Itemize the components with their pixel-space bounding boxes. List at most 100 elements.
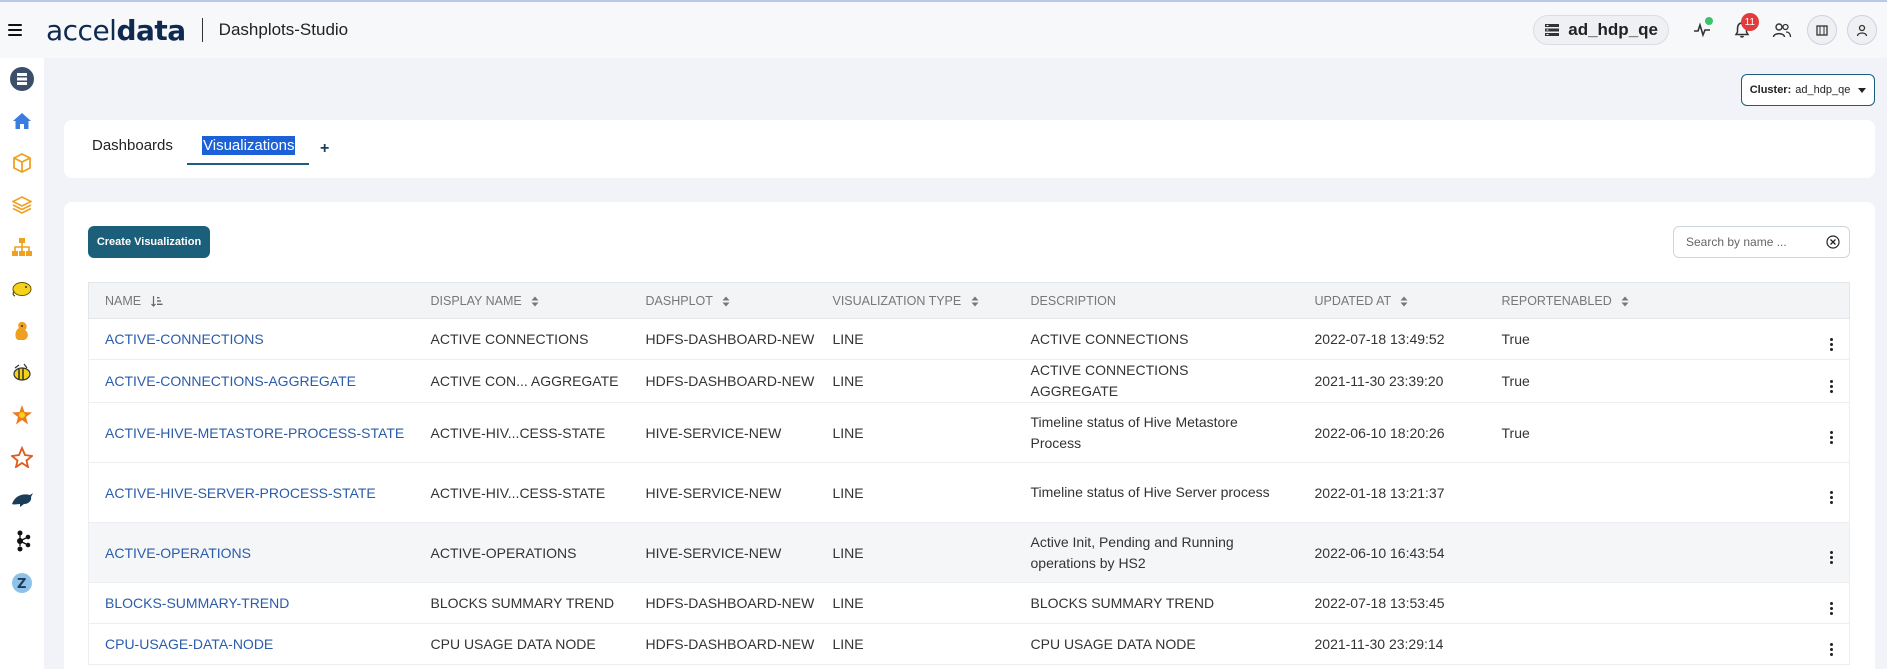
cell-visualization-type: LINE	[816, 402, 1015, 463]
search-input[interactable]	[1686, 235, 1826, 249]
column-header-dashplot[interactable]: DASHPLOT	[630, 283, 817, 319]
sidebar-item-layers[interactable]	[0, 184, 44, 226]
column-header-display-name[interactable]: DISPLAY NAME	[415, 283, 630, 319]
column-header-name[interactable]: NAME	[89, 283, 415, 319]
column-header-reportenabled[interactable]: REPORTENABLED	[1486, 283, 1814, 319]
cell-visualization-type: LINE	[816, 522, 1015, 583]
users-icon	[1772, 23, 1792, 38]
hamburger-menu-icon[interactable]	[8, 24, 22, 36]
clear-circle-icon[interactable]	[1826, 235, 1840, 249]
row-actions-button[interactable]	[1813, 318, 1850, 360]
kebab-menu-icon	[1829, 431, 1833, 444]
cell-reportenabled: True	[1485, 318, 1814, 360]
cluster-pill-label: ad_hdp_qe	[1568, 20, 1658, 39]
create-visualization-button[interactable]: Create Visualization	[88, 226, 210, 258]
notifications-button[interactable]: 11	[1727, 13, 1759, 45]
column-header-label: DESCRIPTION	[1030, 293, 1116, 308]
cell-name: ACTIVE-HIVE-METASTORE-PROCESS-STATE	[88, 402, 415, 463]
cell-reportenabled: True	[1485, 359, 1814, 403]
cell-name: ACTIVE-CONNECTIONS-AGGREGATE	[88, 359, 415, 403]
cell-visualization-type: LINE	[816, 318, 1015, 360]
dolphin-icon	[12, 493, 33, 507]
tab-visualizations-label: Visualizations	[202, 136, 296, 155]
sidebar-item-home[interactable]	[0, 100, 44, 142]
app-title: Dashplots-Studio	[218, 20, 349, 39]
activity-button[interactable]	[1687, 15, 1717, 45]
cell-updated-at: 2022-01-18 13:21:37	[1298, 462, 1486, 523]
kebab-menu-icon	[1829, 491, 1833, 504]
cluster-dropdown[interactable]: Cluster: ad_hdp_qe	[1741, 74, 1875, 106]
cell-description: ACTIVE CONNECTIONS AGGREGATE	[1014, 359, 1299, 403]
cell-reportenabled	[1485, 582, 1814, 624]
visualizations-card: Create Visualization NAME DISPLAY NAME D…	[64, 202, 1875, 669]
table-row: CPU-USAGE-DATA-NODE CPU USAGE DATA NODE …	[88, 623, 1850, 665]
cell-updated-at: 2021-11-30 23:39:20	[1298, 359, 1486, 403]
sidebar-item-kafka[interactable]	[0, 520, 44, 562]
cell-visualization-type: LINE	[816, 623, 1015, 665]
visualization-name-link[interactable]: ACTIVE-HIVE-METASTORE-PROCESS-STATE	[105, 425, 404, 441]
sort-ascending-icon	[150, 296, 163, 308]
visualization-name-link[interactable]: ACTIVE-HIVE-SERVER-PROCESS-STATE	[105, 485, 376, 501]
cell-reportenabled: True	[1485, 402, 1814, 463]
notification-badge: 11	[1740, 13, 1759, 31]
sidebar-item-hierarchy[interactable]	[0, 226, 44, 268]
tab-visualizations[interactable]: Visualizations	[202, 136, 296, 155]
visualizations-table: NAME DISPLAY NAME DASHPLOT VISUALIZATION…	[88, 282, 1850, 665]
sidebar-item-squirrel[interactable]	[0, 310, 44, 352]
cell-name: ACTIVE-CONNECTIONS	[88, 318, 415, 360]
cell-updated-at: 2022-07-18 13:53:45	[1298, 582, 1486, 624]
sidebar-item-dolphin[interactable]	[0, 478, 44, 520]
kebab-menu-icon	[1829, 337, 1833, 351]
row-actions-button[interactable]	[1813, 623, 1850, 665]
sidebar-item-cluster[interactable]	[0, 436, 44, 478]
sidebar-item-database[interactable]	[0, 58, 44, 100]
table-body: ACTIVE-CONNECTIONS ACTIVE CONNECTIONS HD…	[88, 318, 1850, 665]
cell-dashplot: HIVE-SERVICE-NEW	[629, 402, 817, 463]
cell-dashplot: HDFS-DASHBOARD-NEW	[629, 359, 817, 403]
cube-icon	[13, 153, 31, 173]
building-icon	[1816, 25, 1828, 36]
status-dot	[1705, 17, 1713, 25]
visualization-name-link[interactable]: BLOCKS-SUMMARY-TREND	[105, 595, 289, 611]
table-row: ACTIVE-CONNECTIONS-AGGREGATE ACTIVE CON.…	[88, 359, 1850, 403]
column-header-label: DISPLAY NAME	[430, 293, 522, 308]
sidebar-item-spark[interactable]	[0, 394, 44, 436]
visualization-name-link[interactable]: ACTIVE-OPERATIONS	[105, 545, 251, 561]
profile-button[interactable]	[1847, 15, 1877, 45]
column-header-description: DESCRIPTION	[1015, 283, 1299, 319]
sidebar-item-hive[interactable]	[0, 352, 44, 394]
cell-description: CPU USAGE DATA NODE	[1014, 623, 1299, 665]
column-header-visualization-type[interactable]: VISUALIZATION TYPE	[817, 283, 1015, 319]
kebab-menu-icon	[1829, 379, 1833, 393]
column-header-label: REPORTENABLED	[1501, 293, 1612, 308]
add-tab-button[interactable]: +	[320, 140, 329, 158]
sidebar-item-zookeeper[interactable]: Z	[0, 562, 44, 604]
row-actions-button[interactable]	[1813, 402, 1850, 463]
row-actions-button[interactable]	[1813, 462, 1850, 523]
column-header-actions	[1814, 283, 1850, 319]
users-button[interactable]	[1767, 15, 1797, 45]
row-actions-button[interactable]	[1813, 359, 1850, 403]
visualization-name-link[interactable]: ACTIVE-CONNECTIONS-AGGREGATE	[105, 373, 356, 389]
cell-description: ACTIVE CONNECTIONS	[1014, 318, 1299, 360]
sidebar-item-hadoop[interactable]	[0, 268, 44, 310]
column-header-updated-at[interactable]: UPDATED AT	[1299, 283, 1486, 319]
sort-both-icon	[531, 296, 539, 307]
column-header-label: NAME	[105, 293, 142, 308]
database-icon	[10, 67, 34, 91]
row-actions-button[interactable]	[1813, 522, 1850, 583]
row-actions-button[interactable]	[1813, 582, 1850, 624]
brand-logo[interactable]: acceldata	[46, 14, 186, 47]
visualization-name-link[interactable]: CPU-USAGE-DATA-NODE	[105, 636, 273, 652]
cell-description: Timeline status of Hive Metastore Proces…	[1014, 402, 1299, 463]
cluster-pill[interactable]: ad_hdp_qe	[1533, 15, 1669, 45]
visualization-name-link[interactable]: ACTIVE-CONNECTIONS	[105, 331, 264, 347]
kebab-menu-icon	[1829, 601, 1833, 615]
cell-name: CPU-USAGE-DATA-NODE	[88, 623, 415, 665]
cell-display-name: CPU USAGE DATA NODE	[414, 623, 630, 665]
top-bar: acceldata Dashplots-Studio ad_hdp_qe 11	[0, 0, 1887, 58]
apps-button[interactable]	[1807, 15, 1837, 45]
sidebar-item-cube[interactable]	[0, 142, 44, 184]
svg-text:Z: Z	[17, 577, 26, 592]
tab-dashboards[interactable]: Dashboards	[92, 137, 173, 154]
